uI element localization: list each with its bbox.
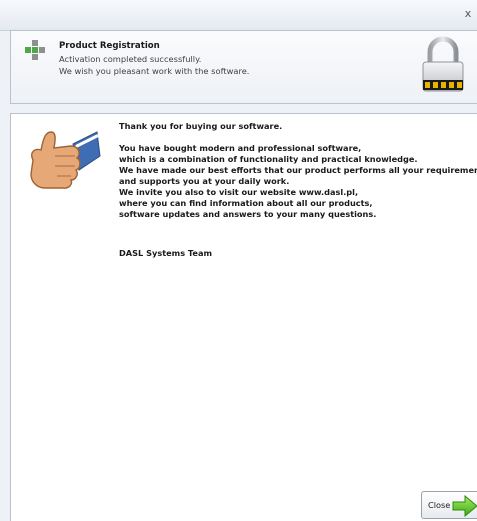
message-line-2: which is a combination of functionality … bbox=[119, 154, 418, 164]
header-panel: Product Registration Activation complete… bbox=[10, 30, 477, 104]
thanks-text: Thank you for buying our software. bbox=[119, 121, 283, 131]
green-arrow-right-icon bbox=[452, 495, 477, 517]
message-line-1: You have bought modern and professional … bbox=[119, 143, 362, 153]
header-wish-line: We wish you pleasant work with the softw… bbox=[59, 66, 250, 76]
message-line-7: software updates and answers to your man… bbox=[119, 209, 377, 219]
message-line-5: We invite you also to visit our website … bbox=[119, 187, 359, 197]
registration-window: x Product Registration Activation comple… bbox=[0, 0, 477, 521]
plus-icon bbox=[25, 40, 45, 60]
close-button-label: Close bbox=[428, 500, 451, 510]
message-panel: Thank you for buying our software. You h… bbox=[10, 113, 477, 521]
signature-text: DASL Systems Team bbox=[119, 248, 213, 258]
message-line-4: and supports you at your daily work. bbox=[119, 176, 290, 186]
message-line-3: We have made our best efforts that our p… bbox=[119, 165, 477, 175]
message-line-6: where you can find information about all… bbox=[119, 198, 373, 208]
header-title: Product Registration bbox=[59, 41, 160, 51]
thumbs-up-icon bbox=[30, 131, 101, 189]
padlock-icon bbox=[422, 36, 464, 92]
title-bar: x bbox=[0, 0, 477, 31]
close-button[interactable]: Close bbox=[421, 491, 477, 519]
window-close-button[interactable]: x bbox=[461, 7, 475, 21]
header-status-line: Activation completed successfully. bbox=[59, 54, 202, 64]
